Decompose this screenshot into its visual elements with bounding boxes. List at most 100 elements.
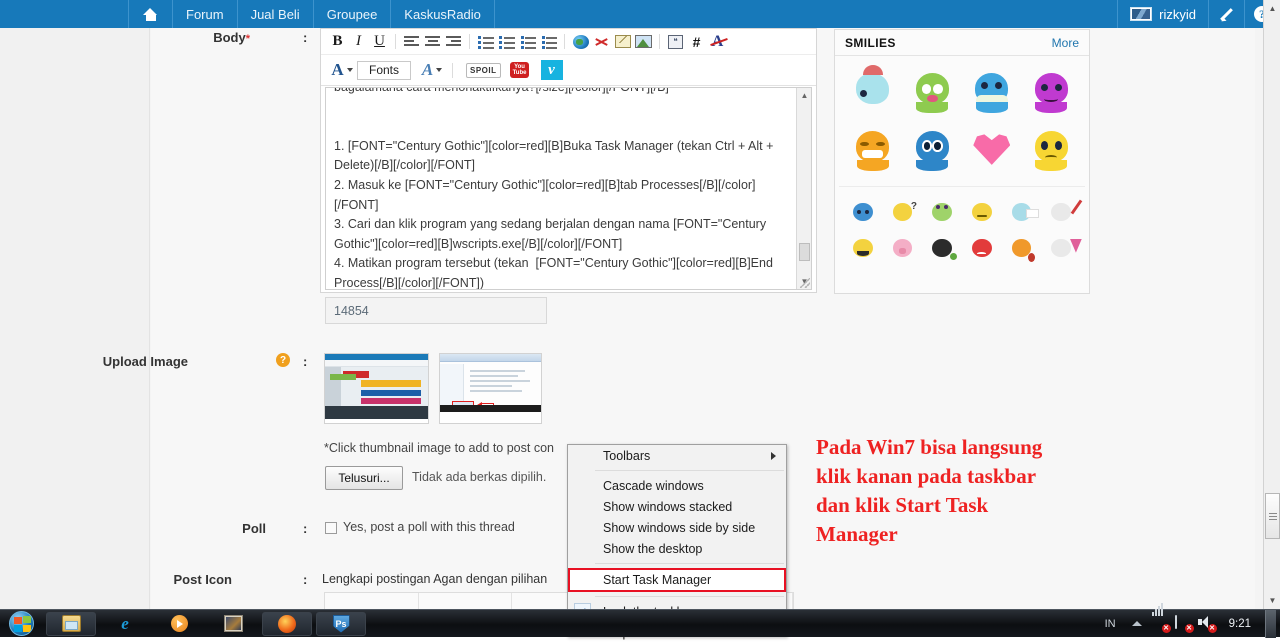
green-frog-smiley[interactable] [929,200,955,226]
resize-grip[interactable] [800,278,810,288]
menu-item-show-windows-side-by-side[interactable]: Show windows side by side [568,517,786,538]
align-left-icon[interactable] [401,32,422,52]
red-angry-smiley[interactable] [969,236,995,262]
nav-home-button[interactable] [128,0,172,28]
yellow-confused-smiley[interactable]: ? [889,200,917,226]
strike-format-icon[interactable]: A [707,32,728,52]
photoshop-taskbar-button[interactable]: Ps [316,611,366,636]
upload-image-label-text: Upload Image [102,354,188,369]
explorer-taskbar-button[interactable] [46,611,96,636]
align-right-icon[interactable] [443,32,464,52]
scroll-up-icon[interactable]: ▲ [797,88,811,103]
remove-link-icon[interactable] [591,32,612,52]
green-monster-smiley[interactable] [910,69,954,113]
menu-separator [595,563,784,564]
media-player-taskbar-icon [170,615,188,632]
insert-email-icon[interactable] [612,32,633,52]
uploaded-thumbnail-1[interactable] [324,353,429,424]
fonts-dropdown[interactable]: Fonts [357,60,411,80]
user-menu[interactable]: rizkyid [1117,0,1208,28]
orange-grin-smiley[interactable] [851,127,895,171]
menu-separator [595,470,784,471]
flash-drive-icon[interactable]: ✕ [1174,614,1194,633]
menu-item-cascade-windows[interactable]: Cascade windows [568,475,786,496]
yellow-mustache-smiley[interactable] [850,236,876,262]
outdent-icon[interactable] [538,32,559,52]
windows-start-orb[interactable] [0,610,42,638]
show-hidden-icons-arrow[interactable] [1131,621,1142,626]
black-bomb-smiley[interactable] [929,236,958,262]
menu-item-start-task-manager[interactable]: Start Task Manager [568,568,786,592]
show-desktop-button[interactable] [1265,609,1276,638]
italic-icon[interactable]: I [348,32,369,52]
indent-icon[interactable] [517,32,538,52]
whale-smiley[interactable] [851,65,895,113]
hash-icon[interactable]: # [686,32,707,52]
font-color-icon[interactable]: A [327,60,357,80]
nav-item-kaskusradio[interactable]: KaskusRadio [390,0,495,28]
help-tooltip-icon[interactable]: ? [276,353,290,367]
photoshop-taskbar-icon: Ps [332,614,350,633]
forum-page-thumbnail [325,354,428,419]
body-textarea[interactable]: bagaiamana cara menonaktifkanya?[/size][… [325,87,812,290]
insert-link-icon[interactable] [570,32,591,52]
network-icon[interactable]: ✕ [1151,602,1171,633]
firefox-taskbar-icon [278,614,296,633]
insert-image-icon[interactable] [633,32,654,52]
pink-pig-smiley[interactable] [889,236,915,262]
toolbar-separator [395,34,396,49]
blue-drink-smiley[interactable] [850,200,876,226]
media-player-taskbar-button[interactable] [154,612,204,636]
numbered-list-icon[interactable] [496,32,517,52]
menu-item-show-windows-stacked[interactable]: Show windows stacked [568,496,786,517]
browser-scrollbar[interactable]: ▲ ▼ [1263,0,1280,609]
nav-item-groupee[interactable]: Groupee [312,0,391,28]
nav-label: Jual Beli [250,6,300,22]
orange-sick-smiley[interactable] [1008,236,1036,262]
blue-teary-smiley[interactable] [910,127,954,171]
toolbar-separator [469,34,470,49]
bullet-list-icon[interactable] [475,32,496,52]
muted-badge: ✕ [1207,623,1217,633]
uploaded-thumbnail-2[interactable] [439,353,542,424]
scrollbar-thumb[interactable] [1265,493,1280,539]
scrollbar-thumb[interactable] [799,243,810,261]
scroll-up-icon[interactable]: ▲ [1264,0,1280,17]
smilies-more-link[interactable]: More [1052,36,1079,50]
textarea-scrollbar[interactable]: ▲ ▼ [796,88,811,289]
font-size-icon[interactable]: A [417,60,447,80]
clock[interactable]: 9:21 [1221,618,1259,630]
menu-item-label: Cascade windows [603,478,704,493]
volume-muted-icon[interactable]: ✕ [1198,616,1217,633]
menu-item-toolbars[interactable]: Toolbars [568,445,786,466]
menu-item-show-the-desktop[interactable]: Show the desktop [568,538,786,559]
nav-item-jual-beli[interactable]: Jual Beli [236,0,313,28]
white-pen-smiley[interactable] [1048,199,1083,226]
blue-octopus-smiley[interactable] [970,69,1014,113]
compose-button[interactable] [1208,0,1244,28]
scroll-down-icon[interactable]: ▼ [1264,592,1280,609]
poll-checkbox[interactable] [325,522,337,534]
firefox-taskbar-button[interactable] [262,611,312,636]
spoiler-button[interactable]: SPOIL [466,60,501,80]
align-center-icon[interactable] [422,32,443,52]
browse-file-button[interactable]: Telusuri... [325,466,403,490]
poll-label: Poll [116,521,266,536]
quote-icon[interactable]: ❝ [665,32,686,52]
youtube-icon[interactable]: You Tube [507,60,533,80]
yellow-sad-smiley[interactable] [1029,127,1073,171]
language-indicator[interactable]: IN [1099,618,1122,630]
purple-blob-smiley[interactable] [1029,69,1073,113]
body-colon: : [303,30,308,45]
blue-tissue-smiley[interactable] [1008,200,1040,226]
photo-taskbar-button[interactable] [208,612,258,636]
underline-icon[interactable]: U [369,32,390,52]
internet-explorer-taskbar-button[interactable]: e [100,612,150,636]
pink-heart-smiley[interactable] [970,127,1014,171]
white-flower-smiley[interactable] [1048,236,1082,262]
character-counter-field[interactable]: 14854 [325,297,547,324]
nav-item-forum[interactable]: Forum [172,0,237,28]
bold-icon[interactable]: B [327,32,348,52]
vimeo-icon[interactable]: v [539,60,565,80]
yellow-smirk-smiley[interactable] [969,200,995,226]
